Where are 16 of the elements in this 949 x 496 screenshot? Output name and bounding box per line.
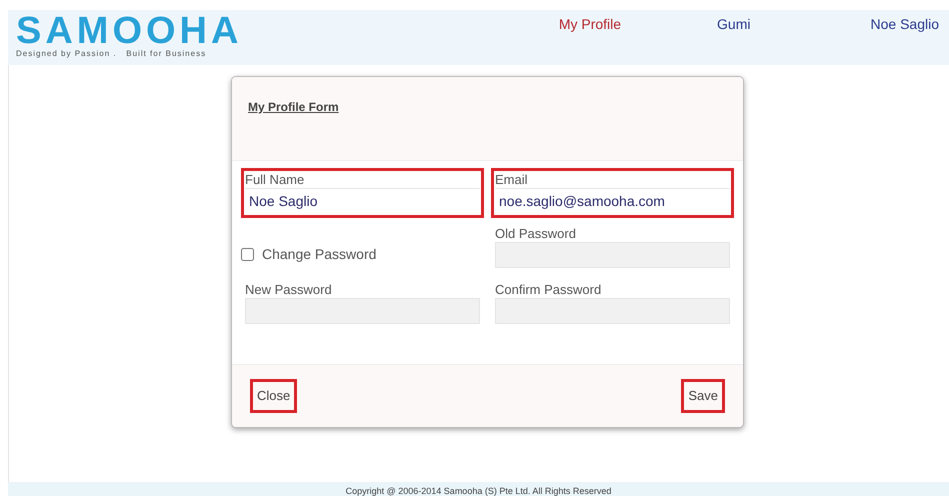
modal-title: My Profile Form	[248, 100, 339, 114]
nav-link[interactable]: Gumi	[717, 14, 750, 35]
nav-link[interactable]: My Profile	[558, 14, 622, 35]
logo: SAMOOHA	[16, 14, 242, 48]
checkbox-label: Change Password	[262, 244, 376, 264]
close-button[interactable]: Close	[250, 379, 298, 413]
field-label: New Password	[245, 281, 333, 298]
change-password-checkbox[interactable]	[241, 248, 254, 260]
field-label: Old Password	[495, 225, 577, 242]
save-button[interactable]: Save	[681, 379, 725, 413]
field-label: Email	[495, 171, 529, 188]
field-label: Full Name	[245, 171, 306, 188]
field-label: Confirm Password	[495, 281, 602, 298]
copyright-text: Copyright @ 2006-2014 Samooha (S) Pte Ltd. All Rights Reserved	[346, 485, 612, 496]
tagline: Designed by Passion . Built for Business	[16, 48, 208, 60]
nav-link[interactable]: Noe Saglio	[870, 14, 939, 35]
